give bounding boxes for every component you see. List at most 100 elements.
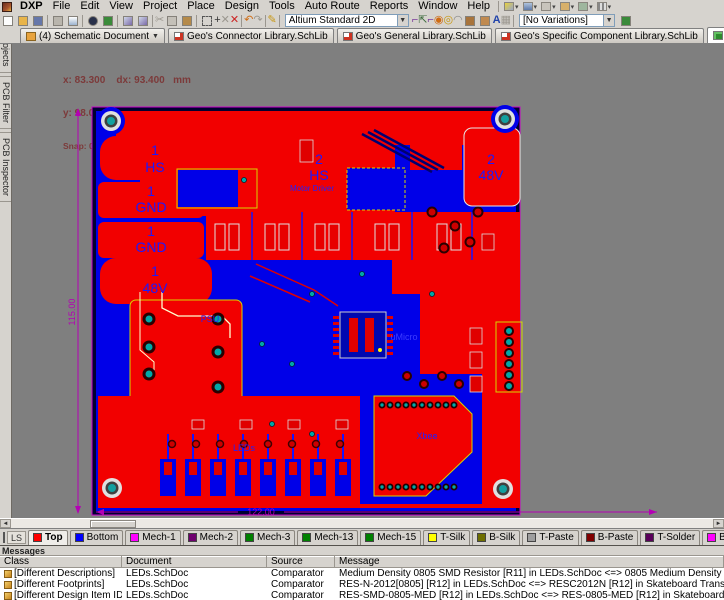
panel-tab-pcb-filter[interactable]: PCB Filter xyxy=(0,76,12,129)
zoom-area-button[interactable] xyxy=(120,14,135,27)
undo-button[interactable]: ↶ xyxy=(244,15,253,26)
scroll-right-arrow-icon[interactable]: ► xyxy=(713,519,724,528)
toolbar-separator xyxy=(279,15,280,27)
layer-tab-mech15[interactable]: Mech-15 xyxy=(360,530,421,545)
toolbar-separator xyxy=(117,15,118,27)
layer-tab-mech3[interactable]: Mech-3 xyxy=(240,530,295,545)
toolbar-separator xyxy=(241,15,242,27)
layer-tab-top[interactable]: Top xyxy=(28,530,68,545)
select-area-button[interactable] xyxy=(199,14,214,27)
place-arc-button[interactable]: ◠ xyxy=(453,15,463,26)
tab-specific-schlib[interactable]: Geo's Specific Component Library.SchLib xyxy=(495,28,704,43)
tab-schematic-documents[interactable]: (4) Schematic Document ▼ xyxy=(20,28,165,43)
layer-tab-tpaste[interactable]: T-Paste xyxy=(522,530,578,545)
layer-tab-bar: LS Top Bottom Mech-1 Mech-2 Mech-3 Mech-… xyxy=(0,528,724,545)
chevron-down-icon[interactable]: ▼ xyxy=(152,33,159,40)
microcontroller-qfp[interactable] xyxy=(333,312,393,358)
fill-icon xyxy=(465,16,475,26)
place-string-button[interactable]: A xyxy=(493,15,501,26)
scroll-left-arrow-icon[interactable]: ◄ xyxy=(0,519,11,528)
place-pad-button[interactable]: ◉ xyxy=(434,15,444,26)
menu-tools[interactable]: Tools xyxy=(264,0,300,13)
tab-connector-schlib[interactable]: Geo's Connector Library.SchLib xyxy=(168,28,334,43)
variant-manager-button[interactable] xyxy=(618,14,633,27)
new-document-button[interactable] xyxy=(0,14,15,27)
redo-button[interactable]: ↷ xyxy=(253,15,262,26)
align-dropdown-button[interactable]: ▾ xyxy=(523,1,538,13)
copy-button[interactable] xyxy=(164,14,179,27)
menu-reports[interactable]: Reports xyxy=(365,0,414,13)
menu-edit[interactable]: Edit xyxy=(75,0,104,13)
menu-place[interactable]: Place xyxy=(182,0,220,13)
x-icon: ✕ xyxy=(221,15,230,26)
layer-tab-mech2[interactable]: Mech-2 xyxy=(183,530,238,545)
board-grid-icon xyxy=(103,16,113,26)
place-fill-button[interactable] xyxy=(463,14,478,27)
dxp-app-icon[interactable] xyxy=(2,2,12,12)
layer-tab-bottom[interactable]: Bottom xyxy=(70,530,124,545)
place-region-button[interactable] xyxy=(478,14,493,27)
room-dropdown-button[interactable]: ▾ xyxy=(541,1,556,13)
panel-tab-projects[interactable]: Projects xyxy=(0,44,12,73)
browse-board-button[interactable] xyxy=(100,14,115,27)
paste-button[interactable] xyxy=(179,14,194,27)
open-document-button[interactable] xyxy=(15,14,30,27)
pcb-canvas[interactable]: x: 83.300 dx: 93.400 mm y: 98.000 dy: 41… xyxy=(12,44,724,518)
place-escape-route-button[interactable]: ⇱ xyxy=(418,15,427,26)
schlib-icon xyxy=(501,32,511,41)
panel-tab-pcb-inspector[interactable]: PCB Inspector xyxy=(0,132,12,202)
layer-tab-bsolder[interactable]: B-Solder xyxy=(702,530,724,545)
horizontal-scrollbar[interactable]: ◄ ► xyxy=(0,518,724,528)
message-row[interactable]: [Different Descriptions] LEDs.SchDoc Com… xyxy=(0,568,724,579)
menu-design[interactable]: Design xyxy=(220,0,264,13)
tab-skateboard-pcbdoc[interactable]: Skateboard Transceiver.PcbDoc * xyxy=(707,27,724,43)
menu-auto-route[interactable]: Auto Route xyxy=(300,0,365,13)
place-component-button[interactable]: ▦ xyxy=(501,15,511,26)
clear-filter-button[interactable]: ✕ xyxy=(230,15,239,26)
menu-project[interactable]: Project xyxy=(138,0,182,13)
pcb-board[interactable]: 1 HS 1 GND 1 GND 1 48V 2 HS 2 48V Motor … xyxy=(92,105,522,515)
print-preview-button[interactable] xyxy=(65,14,80,27)
menu-file[interactable]: File xyxy=(48,0,76,13)
menu-view[interactable]: View xyxy=(104,0,138,13)
chevron-down-icon[interactable]: ▼ xyxy=(603,15,614,26)
plane-dropdown-button[interactable]: ▾ xyxy=(578,1,593,13)
copy-icon xyxy=(167,16,177,26)
layer-tab-bsilk[interactable]: B-Silk xyxy=(472,530,520,545)
current-layer-swatch[interactable] xyxy=(3,532,5,543)
layer-tab-mech1[interactable]: Mech-1 xyxy=(125,530,180,545)
schlib-icon xyxy=(343,32,353,41)
interactive-routing-button[interactable]: ✎ xyxy=(268,15,277,26)
message-row[interactable]: [Different Footprints] LEDs.SchDoc Compa… xyxy=(0,579,724,590)
deselect-button[interactable]: ✕ xyxy=(221,15,230,26)
place-via-button[interactable]: ◎ xyxy=(443,15,453,26)
menu-window[interactable]: Window xyxy=(413,0,462,13)
print-button[interactable] xyxy=(50,14,65,27)
menu-help[interactable]: Help xyxy=(462,0,495,13)
menu-dxp[interactable]: DXP xyxy=(15,0,48,13)
tab-label: Geo's Connector Library.SchLib xyxy=(187,31,328,42)
layer-tab-mech13[interactable]: Mech-13 xyxy=(297,530,358,545)
save-document-button[interactable] xyxy=(30,14,45,27)
layer-tab-tsolder[interactable]: T-Solder xyxy=(640,530,700,545)
snippets-dropdown-button[interactable]: ▾ xyxy=(504,1,519,13)
zoom-document-button[interactable] xyxy=(135,14,150,27)
column-header-document[interactable]: Document xyxy=(122,556,267,568)
variant-combo[interactable]: [No Variations] ▼ xyxy=(519,14,615,27)
polygon-dropdown-button[interactable]: ▾ xyxy=(560,1,575,13)
view-configuration-button[interactable] xyxy=(85,14,100,27)
pcb-board-view[interactable]: 1 HS 1 GND 1 GND 1 48V 2 HS 2 48V Motor … xyxy=(12,44,724,518)
view-style-combo[interactable]: Altium Standard 2D ▼ xyxy=(285,14,409,27)
chevron-down-icon[interactable]: ▼ xyxy=(397,15,408,26)
layer-tab-tsilk[interactable]: T-Silk xyxy=(423,530,470,545)
layer-tab-bpaste[interactable]: B-Paste xyxy=(581,530,639,545)
tab-general-schlib[interactable]: Geo's General Library.SchLib xyxy=(337,28,492,43)
message-row[interactable]: [Different Design Item IDs] LEDs.SchDoc … xyxy=(0,590,724,600)
cut-button[interactable]: ✂ xyxy=(155,15,164,26)
column-header-source[interactable]: Source xyxy=(267,556,335,568)
layer-set-button[interactable]: LS xyxy=(7,531,26,544)
column-header-message[interactable]: Message xyxy=(335,556,724,568)
column-header-class[interactable]: Class xyxy=(0,556,122,568)
grid-dropdown-button[interactable]: ▾ xyxy=(597,1,612,13)
scrollbar-thumb[interactable] xyxy=(90,520,136,528)
